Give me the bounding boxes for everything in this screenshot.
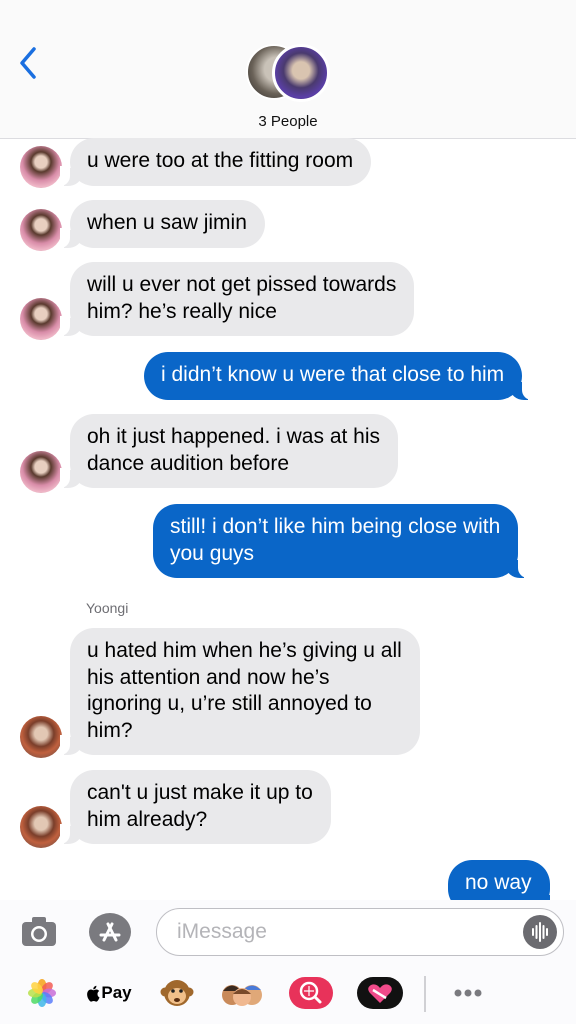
message-text: i didn’t know u were that close to him xyxy=(161,363,505,386)
more-apps-button[interactable] xyxy=(444,972,492,1014)
group-avatars[interactable] xyxy=(246,44,332,104)
photos-app-button[interactable] xyxy=(22,972,62,1014)
animoji-button[interactable] xyxy=(156,972,198,1014)
message-text: u were too at the fitting room xyxy=(87,149,354,172)
message-input[interactable] xyxy=(177,919,507,945)
message-text: when u saw jimin xyxy=(87,211,247,234)
apple-pay-button[interactable]: Pay xyxy=(84,972,134,1014)
message-bubble-incoming[interactable]: can't u just make it up to him already? xyxy=(60,770,331,844)
audio-message-button[interactable] xyxy=(523,915,557,949)
avatar xyxy=(272,44,330,102)
camera-button[interactable] xyxy=(20,914,58,948)
more-icon xyxy=(454,989,482,997)
message-bubble-outgoing[interactable]: i didn’t know u were that close to him xyxy=(144,352,533,400)
back-button[interactable] xyxy=(16,44,44,82)
message-bubble-incoming[interactable]: will u ever not get pissed towards him? … xyxy=(59,262,415,336)
image-search-button[interactable] xyxy=(288,972,334,1014)
message-text: can't u just make it up to him already? xyxy=(87,781,313,831)
message-text: u hated him when he’s giving u all his a… xyxy=(87,639,402,742)
avatar xyxy=(20,451,62,493)
message-bubble-outgoing[interactable]: still! i don’t like him being close with… xyxy=(153,504,529,578)
apple-pay-label: Pay xyxy=(101,983,132,1002)
message-bubble-incoming[interactable]: oh it just happened. i was at his dance … xyxy=(59,414,399,488)
message-input-container xyxy=(156,908,564,956)
message-bubble-incoming[interactable]: u were too at the fitting room xyxy=(59,138,372,186)
avatar xyxy=(20,298,62,340)
message-text: no way xyxy=(465,871,532,894)
photos-icon xyxy=(28,979,56,1007)
app-store-button[interactable] xyxy=(88,912,132,952)
avatar xyxy=(20,146,62,188)
heart-stickers-icon xyxy=(357,977,403,1009)
group-name[interactable]: 3 People xyxy=(0,113,576,130)
avatar xyxy=(20,716,62,758)
monkey-sticker-icon xyxy=(160,980,194,1006)
divider xyxy=(424,976,426,1012)
camera-icon xyxy=(22,917,56,946)
conversation-header: 3 People xyxy=(0,0,576,139)
avatar xyxy=(20,806,62,848)
app-store-icon xyxy=(89,913,131,951)
waveform-icon xyxy=(532,922,548,942)
heart-stickers-button[interactable] xyxy=(356,972,404,1014)
search-images-icon xyxy=(289,977,333,1009)
message-bubble-incoming[interactable]: when u saw jimin xyxy=(60,200,265,248)
message-bubble-incoming[interactable]: u hated him when he’s giving u all his a… xyxy=(60,628,420,755)
sender-name: Yoongi xyxy=(86,600,129,616)
app-drawer: Pay xyxy=(0,972,576,1016)
message-text: oh it just happened. i was at his dance … xyxy=(87,425,381,475)
message-text: will u ever not get pissed towards him? … xyxy=(87,273,397,323)
chevron-left-icon xyxy=(20,47,36,79)
memoji-button[interactable] xyxy=(218,972,266,1014)
message-text: still! i don’t like him being close with… xyxy=(170,515,501,565)
memoji-icon xyxy=(222,985,262,1006)
apple-logo-icon xyxy=(87,985,100,1002)
avatar xyxy=(20,209,62,251)
